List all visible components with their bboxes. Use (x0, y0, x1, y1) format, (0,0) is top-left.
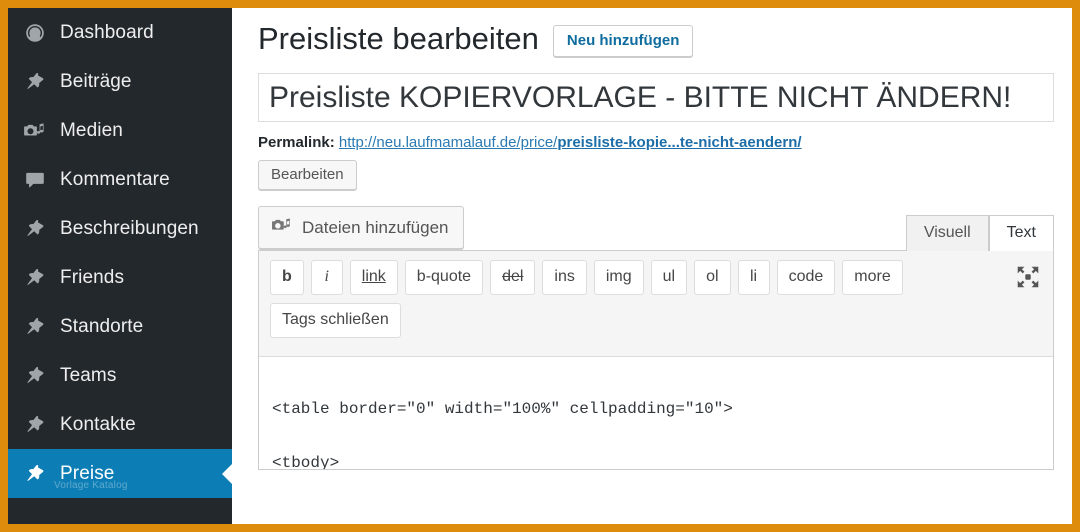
sidebar-item-label: Kontakte (60, 413, 136, 435)
post-content-textarea[interactable]: <table border="0" width="100%" cellpaddi… (259, 357, 1053, 471)
sidebar-item-label: Beschreibungen (60, 217, 199, 239)
sidebar-item-friends[interactable]: Friends (8, 253, 232, 302)
quicktags-row-primary: b i link b-quote del ins img ul ol li co… (270, 260, 1043, 296)
quicktag-ol-button[interactable]: ol (694, 260, 731, 296)
add-media-label: Dateien hinzufügen (302, 217, 449, 237)
editor-toolbar-row: Dateien hinzufügen Visuell Text (258, 206, 1054, 252)
sidebar-item-preise[interactable]: Preise Vorlage Katalog (8, 449, 232, 498)
permalink-label: Permalink: (258, 134, 335, 152)
quicktag-italic-button[interactable]: i (310, 260, 343, 296)
comment-bubble-icon (18, 167, 52, 193)
sidebar-item-beschreibungen[interactable]: Beschreibungen (8, 204, 232, 253)
pin-icon (18, 265, 52, 291)
close-tags-button[interactable]: Tags schließen (270, 303, 401, 339)
sidebar-item-label: Friends (60, 266, 125, 288)
quicktag-del-button[interactable]: del (490, 260, 536, 296)
sidebar-item-medien[interactable]: Medien (8, 106, 232, 155)
quicktag-code-button[interactable]: code (776, 260, 836, 296)
pin-icon (18, 69, 52, 95)
quicktag-more-button[interactable]: more (842, 260, 903, 296)
permalink-base-url[interactable]: http://neu.laufmamalauf.de/price/ (339, 134, 557, 151)
sidebar-item-teams[interactable]: Teams (8, 351, 232, 400)
quicktag-ul-button[interactable]: ul (650, 260, 688, 296)
quicktags-toolbar: b i link b-quote del ins img ul ol li co… (259, 251, 1053, 358)
add-media-button[interactable]: Dateien hinzufügen (258, 206, 464, 250)
pin-icon (18, 314, 52, 340)
sidebar-item-label: Teams (60, 364, 117, 386)
sidebar-item-beitraege[interactable]: Beiträge (8, 57, 232, 106)
sidebar-item-label: Medien (60, 119, 123, 141)
quicktag-link-button[interactable]: link (349, 260, 398, 296)
quicktag-blockquote-button[interactable]: b-quote (404, 260, 484, 296)
code-line: <table border="0" width="100%" cellpaddi… (272, 400, 733, 419)
post-title-wrapper (232, 57, 1072, 123)
sidebar-item-kommentare[interactable]: Kommentare (8, 155, 232, 204)
post-title-input[interactable] (258, 73, 1054, 123)
quicktag-bold-button[interactable]: b (270, 260, 304, 296)
quicktag-img-button[interactable]: img (593, 260, 644, 296)
expand-arrows-icon[interactable] (1015, 264, 1041, 290)
pin-icon (18, 461, 52, 487)
quicktags-row-secondary: Tags schließen (270, 303, 1043, 339)
media-camera-icon (18, 118, 52, 144)
add-new-button[interactable]: Neu hinzufügen (552, 25, 694, 58)
sidebar-item-dashboard[interactable]: Dashboard (8, 8, 232, 57)
tab-visuell[interactable]: Visuell (905, 215, 989, 252)
page-title: Preisliste bearbeiten (258, 21, 539, 56)
sidebar-item-label: Dashboard (60, 21, 154, 43)
sidebar-item-kontakte[interactable]: Kontakte (8, 400, 232, 449)
code-line: <tbody> (272, 454, 340, 471)
dashboard-gauge-icon (18, 20, 52, 46)
media-camera-icon (271, 216, 293, 238)
main-content-area: Preisliste bearbeiten Neu hinzufügen Per… (232, 8, 1072, 524)
quicktag-li-button[interactable]: li (737, 260, 770, 296)
edit-permalink-button[interactable]: Bearbeiten (258, 160, 357, 191)
sidebar-item-label: Beiträge (60, 70, 132, 92)
quicktag-ins-button[interactable]: ins (542, 260, 587, 296)
permalink-slug[interactable]: preisliste-kopie...te-nicht-aendern/ (557, 134, 801, 151)
sidebar-item-label: Preise (60, 462, 115, 484)
tab-text[interactable]: Text (988, 215, 1054, 252)
page-header: Preisliste bearbeiten Neu hinzufügen (232, 8, 1072, 58)
text-editor-container: b i link b-quote del ins img ul ol li co… (258, 250, 1054, 471)
sidebar-item-label: Standorte (60, 315, 144, 337)
editor-mode-tabs: Visuell Text (905, 215, 1054, 252)
permalink-row: Permalink: http://neu.laufmamalauf.de/pr… (232, 122, 1072, 191)
pin-icon (18, 363, 52, 389)
sidebar-item-label: Kommentare (60, 168, 170, 190)
pin-icon (18, 216, 52, 242)
wordpress-admin-screen: Dashboard Beiträge Medien Kommentare Bes… (0, 0, 1080, 532)
sidebar-item-standorte[interactable]: Standorte (8, 302, 232, 351)
admin-sidebar-menu: Dashboard Beiträge Medien Kommentare Bes… (8, 8, 232, 524)
pin-icon (18, 412, 52, 438)
